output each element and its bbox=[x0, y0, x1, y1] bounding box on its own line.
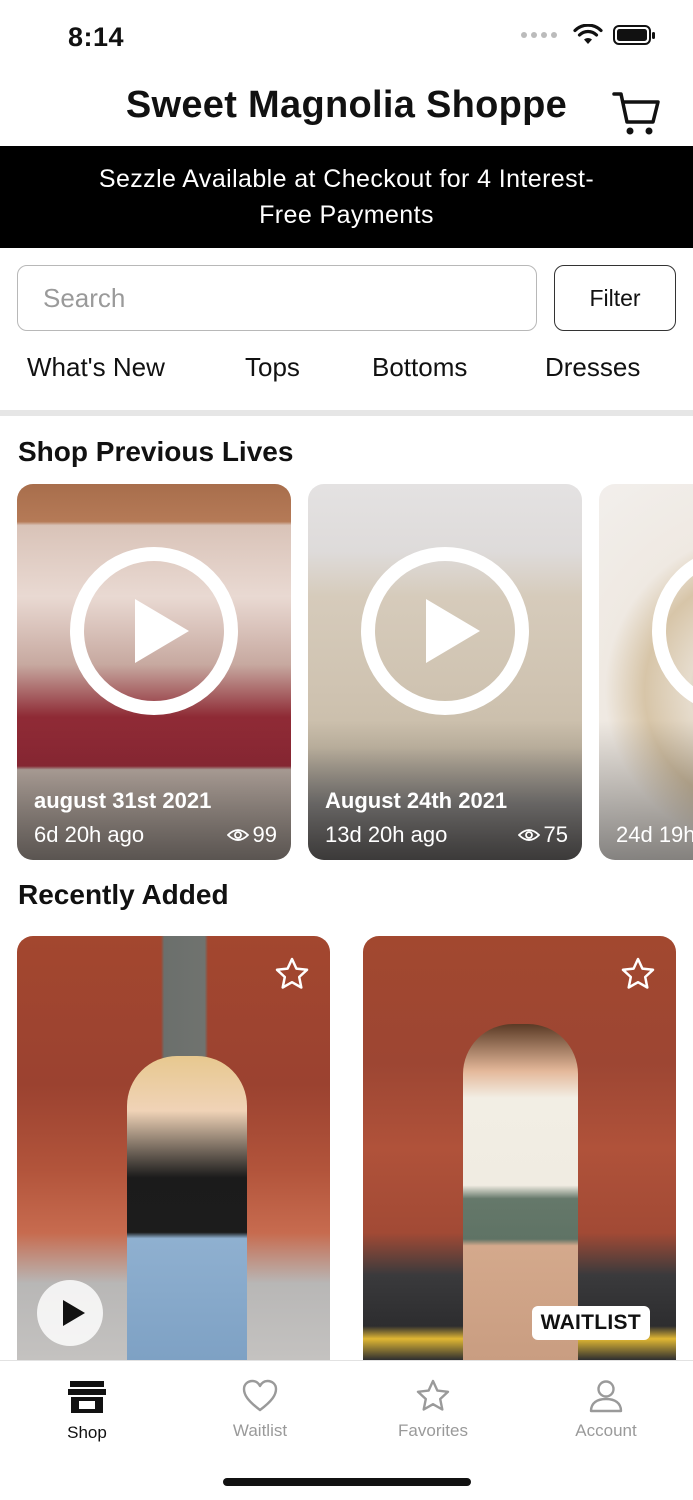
live-time-ago: 13d 20h ago bbox=[325, 822, 448, 847]
live-date: August 24th 2021 bbox=[325, 788, 508, 813]
promo-banner: Sezzle Available at Checkout for 4 Inter… bbox=[0, 146, 693, 248]
eye-icon bbox=[226, 829, 249, 841]
live-views-count: 75 bbox=[543, 822, 568, 847]
app-header: Sweet Magnolia Shoppe bbox=[0, 80, 693, 146]
live-time-ago: 6d 20h ago bbox=[34, 822, 145, 847]
tab-dresses[interactable]: Dresses bbox=[545, 352, 640, 383]
recently-added-title: Recently Added bbox=[18, 879, 229, 910]
tab-tops[interactable]: Tops bbox=[245, 352, 300, 383]
live-card[interactable]: 24d 19h ago bbox=[599, 484, 693, 860]
cellular-signal-icon bbox=[521, 32, 557, 38]
live-date: august 31st 2021 bbox=[34, 788, 212, 813]
status-time: 8:14 bbox=[68, 22, 125, 52]
play-icon bbox=[426, 599, 480, 663]
promo-banner-text: Sezzle Available at Checkout for 4 Inter… bbox=[98, 165, 595, 229]
play-icon bbox=[135, 599, 189, 663]
previous-lives-title: Shop Previous Lives bbox=[18, 436, 294, 467]
section-divider bbox=[0, 410, 693, 416]
nav-waitlist[interactable]: Waitlist bbox=[200, 1379, 320, 1441]
status-icons bbox=[521, 24, 657, 46]
live-views: 75 bbox=[517, 822, 568, 848]
nav-account[interactable]: Account bbox=[546, 1379, 666, 1441]
status-bar: 8:14 bbox=[0, 0, 693, 76]
wifi-icon bbox=[573, 24, 603, 44]
play-icon bbox=[63, 1300, 85, 1326]
tab-whats-new[interactable]: What's New bbox=[27, 352, 165, 383]
cart-icon[interactable] bbox=[611, 88, 661, 138]
search-input[interactable] bbox=[17, 265, 537, 331]
product-card[interactable]: WAITLIST bbox=[363, 936, 676, 1360]
previous-lives-carousel[interactable]: august 31st 2021 6d 20h ago 99 August 24… bbox=[0, 484, 693, 860]
nav-label: Account bbox=[575, 1421, 637, 1440]
product-card[interactable] bbox=[17, 936, 330, 1360]
filter-button-label: Filter bbox=[589, 284, 641, 311]
live-time-ago: 24d 19h ago bbox=[616, 822, 693, 847]
waitlist-badge: WAITLIST bbox=[531, 1306, 650, 1340]
nav-label: Waitlist bbox=[232, 1421, 288, 1440]
heart-icon bbox=[242, 1379, 278, 1412]
favorite-star-icon[interactable] bbox=[274, 956, 310, 992]
battery-icon bbox=[613, 25, 655, 45]
nav-favorites[interactable]: Favorites bbox=[373, 1379, 493, 1441]
tab-bottoms[interactable]: Bottoms bbox=[372, 352, 467, 383]
video-play-button[interactable] bbox=[37, 1280, 103, 1346]
nav-label: Shop bbox=[67, 1423, 107, 1442]
favorite-star-icon[interactable] bbox=[620, 956, 656, 992]
nav-label: Favorites bbox=[398, 1421, 468, 1440]
live-views-count: 99 bbox=[252, 822, 277, 847]
category-tabs: What's New Tops Bottoms Dresses bbox=[0, 352, 693, 396]
person-icon bbox=[589, 1380, 623, 1413]
model-figure bbox=[127, 1056, 247, 1360]
star-icon bbox=[416, 1379, 450, 1411]
storefront-icon bbox=[68, 1381, 106, 1413]
live-views: 99 bbox=[226, 822, 277, 848]
home-indicator bbox=[223, 1478, 471, 1486]
app-title: Sweet Magnolia Shoppe bbox=[125, 84, 568, 126]
nav-shop[interactable]: Shop bbox=[27, 1379, 147, 1443]
eye-icon bbox=[517, 829, 540, 841]
live-card[interactable]: August 24th 2021 13d 20h ago 75 bbox=[308, 484, 582, 860]
live-card[interactable]: august 31st 2021 6d 20h ago 99 bbox=[17, 484, 291, 860]
filter-button[interactable]: Filter bbox=[554, 265, 676, 331]
